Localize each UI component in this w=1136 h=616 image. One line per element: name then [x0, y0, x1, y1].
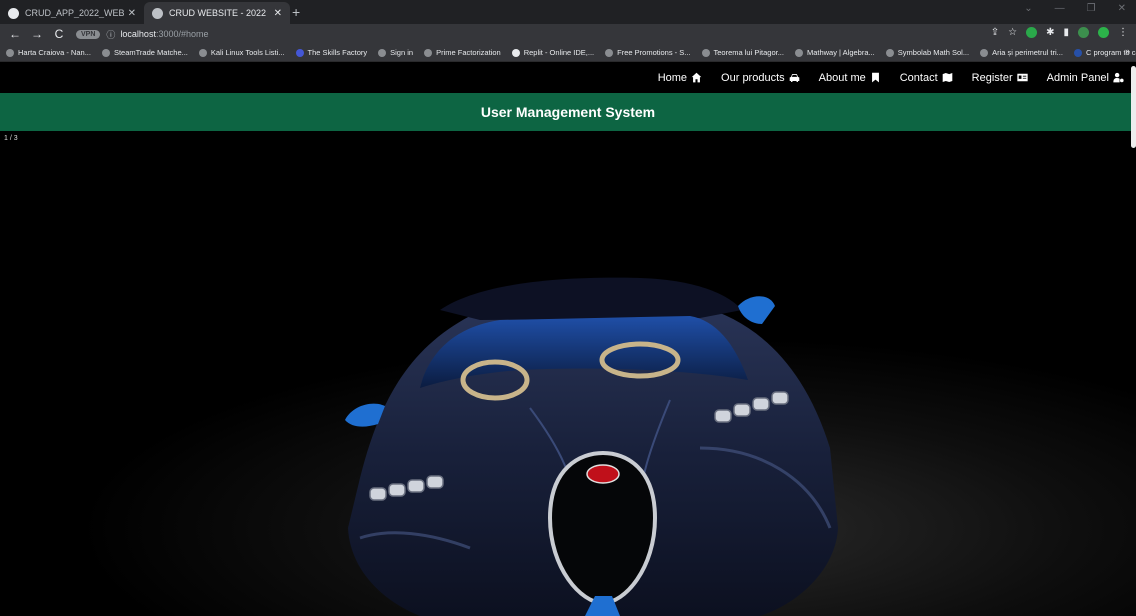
tab-title: CRUD WEBSITE - 2022: [169, 8, 267, 18]
home-icon: [691, 72, 702, 83]
shield-check-icon[interactable]: [1098, 27, 1109, 38]
carousel-counter: 1 / 3: [4, 135, 18, 142]
nav-our-products[interactable]: Our products: [721, 72, 800, 84]
chevron-down-icon[interactable]: ⌄: [1024, 3, 1032, 14]
new-tab-icon[interactable]: +: [292, 4, 300, 20]
doc-icon: [1073, 48, 1082, 57]
bookmark-item[interactable]: The Skills Factory: [295, 48, 367, 57]
browser-toolbar: ← → C VPN ⓘ localhost:3000/#home ⇪ ☆ ✱ ▮…: [0, 24, 1136, 44]
github-icon: [8, 7, 19, 19]
browser-tab-crud-website[interactable]: CRUD WEBSITE - 2022 ✕: [144, 2, 290, 24]
address-bar[interactable]: localhost:3000/#home: [120, 29, 208, 39]
car-icon: [789, 74, 799, 82]
top-navigation: Home Our products About me Contact Regis…: [0, 62, 1136, 93]
close-icon[interactable]: ✕: [274, 8, 282, 19]
vpn-badge[interactable]: VPN: [76, 29, 101, 39]
globe-icon: [980, 48, 989, 57]
nav-label: Home: [657, 71, 688, 84]
epic-icon: [605, 48, 614, 57]
bookmark-item[interactable]: Harta Craiova - Nan...: [6, 48, 91, 57]
replit-icon: [511, 48, 520, 57]
bookmarks-bar: Harta Craiova - Nan... SteamTrade Matche…: [0, 44, 1136, 62]
nav-label: Our products: [721, 71, 785, 84]
globe-icon: [152, 7, 163, 19]
extension-icon[interactable]: [1026, 27, 1038, 38]
profile-icon[interactable]: [1078, 27, 1089, 38]
bookmark-item[interactable]: Sign in: [378, 48, 413, 57]
bookmark-icon: [871, 72, 879, 83]
kali-icon: [198, 48, 207, 57]
page-title: User Management System: [480, 104, 656, 120]
bookmark-item[interactable]: Mathway | Algebra...: [794, 48, 875, 57]
kebab-menu-icon[interactable]: ⋮: [1118, 27, 1128, 38]
browser-tabstrip: CRUD_APP_2022_WEBSITE/crud_ ✕ CRUD WEBSI…: [0, 0, 1136, 24]
user-gear-icon: [1113, 72, 1124, 83]
tab-title: CRUD_APP_2022_WEBSITE/crud_: [25, 8, 124, 18]
nav-about-me[interactable]: About me: [819, 72, 881, 84]
globe-icon: [378, 48, 387, 57]
globe-icon: [885, 48, 894, 57]
nav-contact[interactable]: Contact: [900, 72, 953, 84]
nav-label: Admin Panel: [1046, 71, 1109, 84]
nav-label: Contact: [899, 71, 938, 84]
toolbar-actions: ⇪ ☆ ✱ ▮ ⋮: [991, 27, 1128, 38]
browser-tab-github[interactable]: CRUD_APP_2022_WEBSITE/crud_ ✕: [0, 2, 144, 24]
restore-icon[interactable]: ❐: [1087, 3, 1096, 14]
info-icon[interactable]: ⓘ: [106, 28, 115, 41]
close-window-icon[interactable]: ✕: [1118, 3, 1126, 14]
map-icon: [942, 73, 952, 82]
share-icon[interactable]: ⇪: [991, 27, 999, 38]
globe-icon: [794, 48, 803, 57]
back-icon[interactable]: ←: [8, 27, 22, 41]
forward-icon[interactable]: →: [30, 27, 44, 41]
url-path: :3000/#home: [155, 29, 209, 39]
bookmark-item[interactable]: Replit - Online IDE,...: [511, 48, 594, 57]
minimize-icon[interactable]: —: [1055, 3, 1065, 14]
puzzle-icon[interactable]: ✱: [1046, 27, 1054, 38]
page-scrollbar[interactable]: [1131, 66, 1136, 148]
close-icon[interactable]: ✕: [128, 8, 136, 19]
skills-icon: [295, 48, 304, 57]
nav-label: About me: [818, 71, 866, 84]
title-banner: User Management System: [0, 93, 1136, 131]
bookmark-item[interactable]: SteamTrade Matche...: [101, 48, 188, 57]
star-icon[interactable]: ☆: [1008, 27, 1017, 38]
nav-label: Register: [971, 71, 1013, 84]
nav-home[interactable]: Home: [658, 72, 702, 84]
sidepanel-icon[interactable]: ▮: [1063, 27, 1069, 38]
calculator-icon: [424, 48, 433, 57]
id-card-icon: [1016, 73, 1028, 82]
nav-register[interactable]: Register: [972, 72, 1028, 84]
bookmark-item[interactable]: Kali Linux Tools Listi...: [198, 48, 285, 57]
globe-icon: [6, 48, 14, 57]
globe-icon: [701, 48, 710, 57]
reload-icon[interactable]: C: [52, 27, 66, 41]
bookmark-item[interactable]: Free Promotions - S...: [605, 48, 691, 57]
window-controls: ⌄ — ❐ ✕: [1024, 3, 1126, 14]
bookmark-item[interactable]: Prime Factorization: [424, 48, 501, 57]
bookmark-item[interactable]: Aria și perimetrul tri...: [980, 48, 1063, 57]
web-page: Home Our products About me Contact Regis…: [0, 62, 1136, 616]
nav-admin-panel[interactable]: Admin Panel: [1047, 72, 1124, 84]
carousel-slide-car-image[interactable]: [0, 148, 1136, 616]
bookmark-item[interactable]: Symbolab Math Sol...: [885, 48, 969, 57]
bookmark-item[interactable]: Teorema lui Pitagor...: [701, 48, 784, 57]
more-bookmarks-icon[interactable]: »: [1125, 46, 1130, 56]
steam-icon: [101, 48, 110, 57]
url-host: localhost: [120, 29, 156, 39]
